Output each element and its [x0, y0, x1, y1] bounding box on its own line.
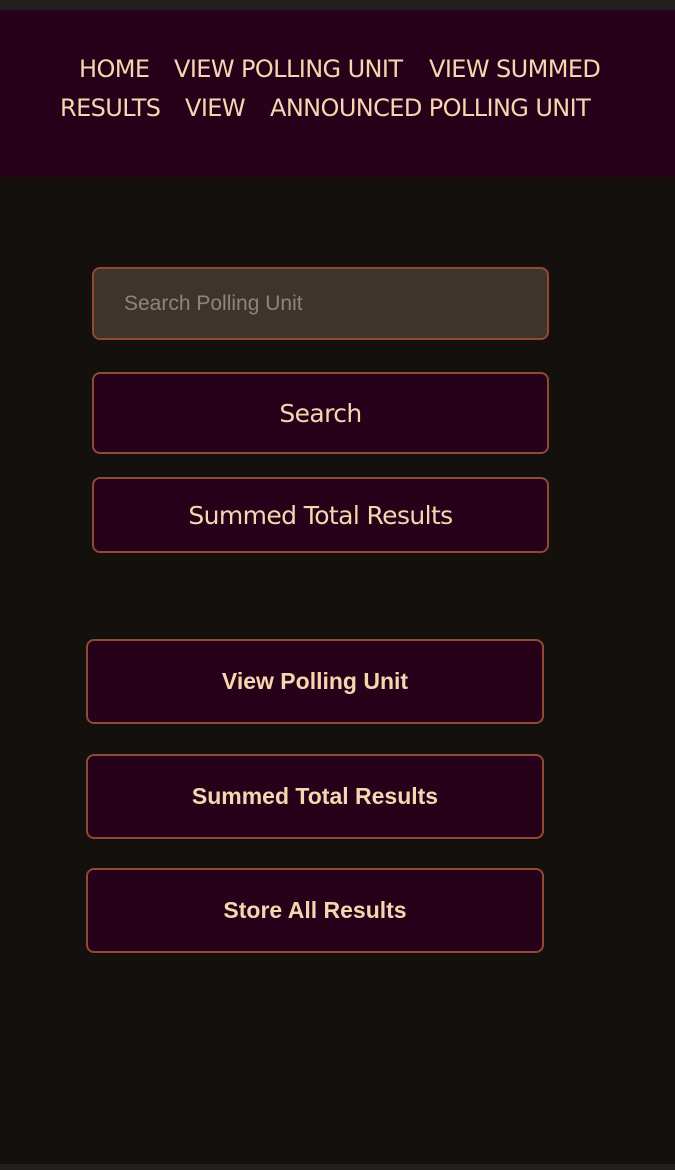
search-input[interactable] [94, 269, 547, 338]
top-status-strip [0, 0, 675, 10]
view-polling-unit-button[interactable]: View Polling Unit [86, 639, 544, 724]
store-all-results-button[interactable]: Store All Results [86, 868, 544, 953]
nav-view-summed-results-link-part2[interactable]: RESULTS [60, 88, 161, 128]
bottom-strip [0, 1164, 675, 1170]
nav-row-2: RESULTS VIEW ANNOUNCED POLLING UNIT [0, 88, 675, 128]
site-header: HOME VIEW POLLING UNIT VIEW SUMMED RESUL… [0, 10, 675, 177]
nav-view-announced-link-part2[interactable]: ANNOUNCED POLLING UNIT [270, 88, 591, 128]
summed-total-results-button[interactable]: Summed Total Results [92, 477, 549, 553]
summed-total-results-action-button[interactable]: Summed Total Results [86, 754, 544, 839]
nav-view-announced-link-part1[interactable]: VIEW [185, 88, 246, 128]
nav-view-summed-results-link-part1[interactable]: VIEW SUMMED [429, 49, 601, 89]
search-button[interactable]: Search [92, 372, 549, 454]
search-field [92, 267, 549, 340]
nav-home-link[interactable]: HOME [79, 49, 150, 89]
nav-view-polling-unit-link[interactable]: VIEW POLLING UNIT [174, 49, 403, 89]
nav-row-1: HOME VIEW POLLING UNIT VIEW SUMMED [0, 49, 675, 89]
